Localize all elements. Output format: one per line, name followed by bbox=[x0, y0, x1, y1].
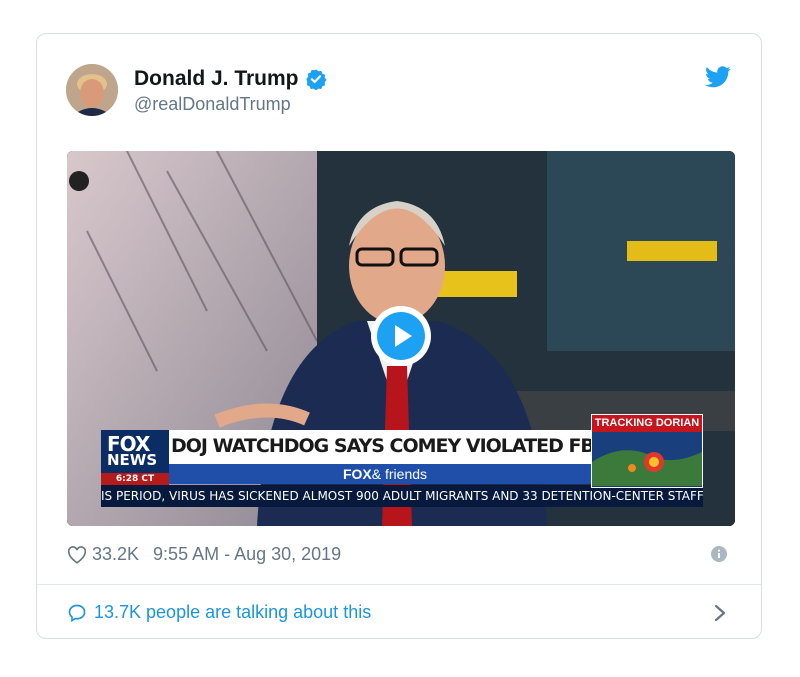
divider bbox=[37, 584, 761, 585]
fox-news-logo: FOX NEWS 6:28 CT bbox=[101, 430, 169, 485]
author-handle[interactable]: @realDonaldTrump bbox=[134, 94, 291, 115]
show-name-bar: FOX& friends bbox=[169, 464, 601, 484]
broadcast-time: 6:28 CT bbox=[101, 473, 169, 485]
tweet-timestamp[interactable]: 9:55 AM - Aug 30, 2019 bbox=[153, 544, 341, 565]
tweet-card: Donald J. Trump @realDonaldTrump FOX NEW… bbox=[36, 33, 762, 639]
tweet-meta: 33.2K 9:55 AM - Aug 30, 2019 bbox=[67, 544, 341, 565]
verified-badge-icon bbox=[305, 69, 327, 90]
storm-map bbox=[592, 432, 702, 486]
chevron-right-icon[interactable] bbox=[713, 604, 727, 622]
like-count[interactable]: 33.2K bbox=[92, 544, 139, 565]
author-name[interactable]: Donald J. Trump bbox=[134, 67, 299, 91]
info-icon[interactable] bbox=[711, 546, 727, 562]
twitter-bird-icon[interactable] bbox=[705, 66, 731, 88]
conversation-text[interactable]: 13.7K people are talking about this bbox=[94, 602, 371, 623]
heart-icon[interactable] bbox=[67, 545, 87, 564]
video-player[interactable]: FOX NEWS 6:28 CT DOJ WATCHDOG SAYS COMEY… bbox=[67, 151, 735, 526]
play-icon bbox=[377, 312, 425, 360]
tracking-inset: TRACKING DORIAN bbox=[591, 414, 703, 488]
show-name-b: & friends bbox=[371, 466, 428, 482]
play-button[interactable] bbox=[371, 306, 431, 366]
speech-bubble-icon bbox=[68, 604, 86, 622]
author-name-row[interactable]: Donald J. Trump bbox=[134, 67, 327, 91]
avatar[interactable] bbox=[66, 64, 118, 116]
show-name-a: FOX bbox=[342, 466, 372, 482]
tracking-label: TRACKING DORIAN bbox=[592, 415, 702, 432]
conversation-link[interactable]: 13.7K people are talking about this bbox=[67, 602, 371, 623]
